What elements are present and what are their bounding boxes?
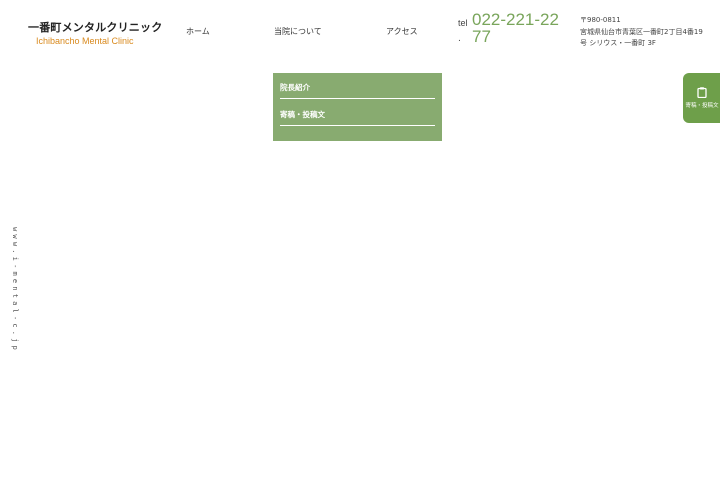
- nav-access[interactable]: アクセス: [386, 26, 418, 37]
- address-line1: 宮城県仙台市青葉区一番町2丁目4番19: [580, 27, 703, 36]
- side-tab-label: 寄稿・投稿文: [685, 103, 719, 109]
- nav-home[interactable]: ホーム: [186, 26, 210, 37]
- clinic-address: 〒980-0811 宮城県仙台市青葉区一番町2丁目4番19 号 シリウス・一番町…: [580, 15, 710, 50]
- address-postal: 〒980-0811: [580, 16, 621, 24]
- address-line2: 号 シリウス・一番町 3F: [580, 39, 656, 47]
- logo-japanese: 一番町メンタルクリニック: [28, 21, 163, 34]
- clinic-logo[interactable]: 一番町メンタルクリニック Ichibancho Mental Clinic: [28, 19, 163, 46]
- logo-english: Ichibancho Mental Clinic: [36, 36, 134, 46]
- tel-number-link[interactable]: 022-221-2277: [472, 11, 562, 45]
- side-tab-contributions[interactable]: 寄稿・投稿文: [683, 73, 720, 123]
- tel-label: tel: [458, 18, 468, 28]
- dropdown-item-contributions[interactable]: 寄稿・投稿文: [280, 100, 435, 126]
- tel-dot: .: [458, 34, 461, 44]
- dropdown-item-label: 寄稿・投稿文: [280, 110, 325, 119]
- vertical-site-url: www.i-mental-c.jp: [11, 227, 19, 354]
- clipboard-icon: [697, 87, 707, 98]
- about-dropdown-menu: 院長紹介 寄稿・投稿文: [273, 73, 442, 141]
- dropdown-item-label: 院長紹介: [280, 83, 310, 92]
- dropdown-item-director[interactable]: 院長紹介: [280, 73, 435, 99]
- nav-about[interactable]: 当院について: [274, 26, 322, 37]
